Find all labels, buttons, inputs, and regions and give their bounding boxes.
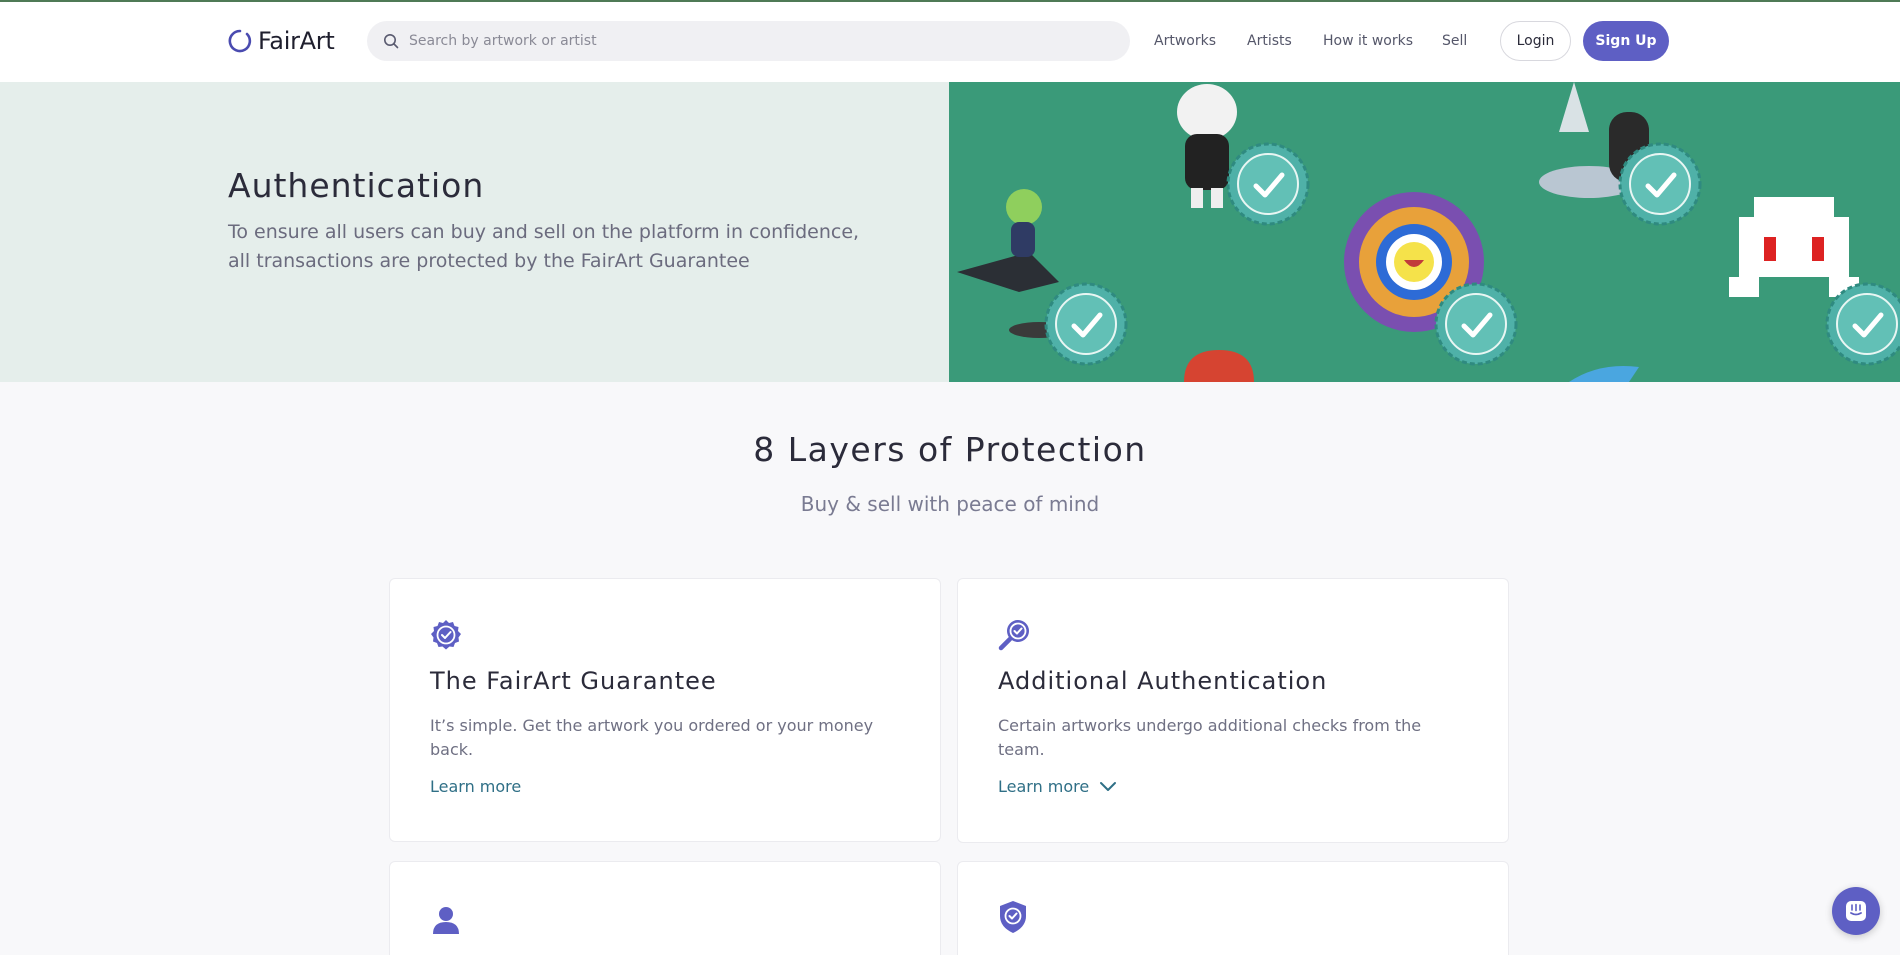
hero-collectibles-illustration (957, 82, 1900, 382)
nav-artworks[interactable]: Artworks (1154, 33, 1216, 49)
nav-how-it-works[interactable]: How it works (1323, 33, 1413, 49)
toy-red-hat (1184, 350, 1254, 382)
hero-description: To ensure all users can buy and sell on … (228, 221, 860, 272)
login-button[interactable]: Login (1500, 21, 1571, 61)
hero-image (949, 82, 1900, 382)
logo-ring-icon (228, 29, 252, 53)
nav-artists[interactable]: Artists (1247, 33, 1292, 49)
badge-check-icon (430, 619, 462, 655)
chevron-down-icon (1100, 781, 1117, 791)
nav-sell[interactable]: Sell (1442, 33, 1467, 49)
card-title: Additional Authentication (998, 667, 1328, 695)
shield-check-icon (998, 900, 1028, 938)
magnify-check-icon (998, 619, 1032, 655)
hero-title: Authentication (228, 166, 485, 205)
chat-launcher-button[interactable] (1832, 887, 1880, 935)
site-header: FairArt Artworks Artists How it works Se… (0, 2, 1900, 82)
section-subtitle: Buy & sell with peace of mind (800, 492, 1100, 516)
section-title: 8 Layers of Protection (753, 430, 1147, 469)
card-fairart-guarantee: The FairArt Guarantee It’s simple. Get t… (389, 578, 941, 842)
card-description: Certain artworks undergo additional chec… (998, 716, 1422, 759)
card-description: It’s simple. Get the artwork you ordered… (430, 716, 874, 759)
signup-button[interactable]: Sign Up (1583, 21, 1669, 61)
logo[interactable]: FairArt (228, 27, 335, 55)
search-icon (384, 34, 399, 49)
chat-icon (1846, 901, 1866, 921)
card-secure-protection (957, 861, 1509, 955)
toy-pixel-invader (1729, 197, 1859, 297)
learn-more-link[interactable]: Learn more (998, 777, 1117, 796)
card-additional-authentication: Additional Authentication Certain artwor… (957, 578, 1509, 843)
search-input[interactable] (409, 33, 1089, 49)
search-bar[interactable] (367, 21, 1130, 61)
user-icon (430, 904, 462, 940)
card-title: The FairArt Guarantee (430, 667, 717, 695)
learn-more-label: Learn more (430, 777, 522, 796)
logo-text: FairArt (258, 27, 335, 55)
learn-more-link[interactable]: Learn more (430, 777, 521, 796)
card-verified-users (389, 861, 941, 955)
learn-more-label: Learn more (998, 777, 1090, 796)
toy-blue-shape (1569, 366, 1639, 382)
